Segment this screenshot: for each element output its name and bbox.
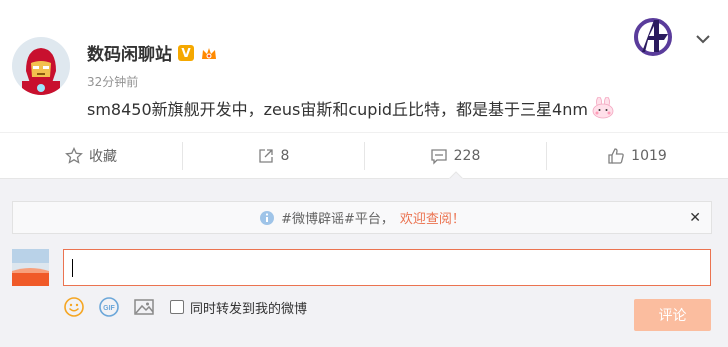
comment-panel: #微博辟谣#平台， 欢迎查阅！ ✕ GIF 同时转发到我的微博 评论 [0, 178, 728, 347]
repost-checkbox[interactable] [170, 300, 184, 314]
author-row: 数码闲聊站 V [87, 40, 218, 65]
repost-button[interactable]: 8 [182, 133, 364, 178]
thumbs-up-icon [608, 147, 624, 164]
submit-comment-button[interactable]: 评论 [634, 299, 711, 331]
repost-icon [258, 148, 273, 163]
emoji-icon[interactable] [63, 296, 85, 318]
notice-link[interactable]: 欢迎查阅！ [400, 208, 465, 227]
notice-text[interactable]: #微博辟谣#平台， [281, 208, 394, 227]
current-user-avatar [12, 249, 49, 286]
action-bar: 收藏 8 228 1019 [0, 132, 728, 178]
author-avatar[interactable] [12, 37, 70, 95]
chevron-down-icon[interactable] [695, 33, 711, 45]
svg-text:GIF: GIF [103, 305, 115, 312]
weibo-post-card: 数码闲聊站 V 32分钟前 sm8450新旗舰开发中，zeus宙斯和cupid丘… [0, 0, 728, 178]
repost-checkbox-label: 同时转发到我的微博 [190, 301, 308, 317]
close-icon[interactable]: ✕ [689, 210, 701, 226]
comment-input[interactable] [63, 249, 711, 286]
gif-icon[interactable]: GIF [98, 296, 120, 318]
repost-count: 8 [280, 147, 290, 164]
like-count: 1019 [631, 147, 667, 164]
rumor-notice-banner: #微博辟谣#平台， 欢迎查阅！ ✕ [12, 201, 712, 234]
avengers-badge-icon [634, 18, 672, 56]
vip-badge[interactable]: V [178, 44, 194, 61]
member-crown-icon[interactable] [200, 45, 218, 61]
post-text: sm8450新旗舰开发中，zeus宙斯和cupid丘比特，都是基于三星4nm [87, 100, 588, 119]
rabbit-emoji-icon [592, 97, 614, 119]
post-timestamp[interactable]: 32分钟前 [87, 73, 138, 90]
comment-icon [430, 148, 447, 165]
image-icon[interactable] [133, 296, 155, 318]
author-name[interactable]: 数码闲聊站 [87, 40, 172, 65]
favorite-label: 收藏 [89, 148, 117, 165]
like-button[interactable]: 1019 [546, 133, 728, 178]
comment-pointer [449, 171, 463, 179]
repost-option[interactable]: 同时转发到我的微博 [170, 298, 307, 317]
post-content: sm8450新旗舰开发中，zeus宙斯和cupid丘比特，都是基于三星4nm [87, 96, 615, 120]
comment-count: 228 [453, 147, 481, 164]
favorite-button[interactable]: 收藏 [0, 133, 182, 178]
star-icon [65, 146, 83, 164]
comment-toolbar: GIF 同时转发到我的微博 [63, 296, 307, 318]
info-icon [260, 210, 275, 225]
text-caret [72, 258, 73, 277]
